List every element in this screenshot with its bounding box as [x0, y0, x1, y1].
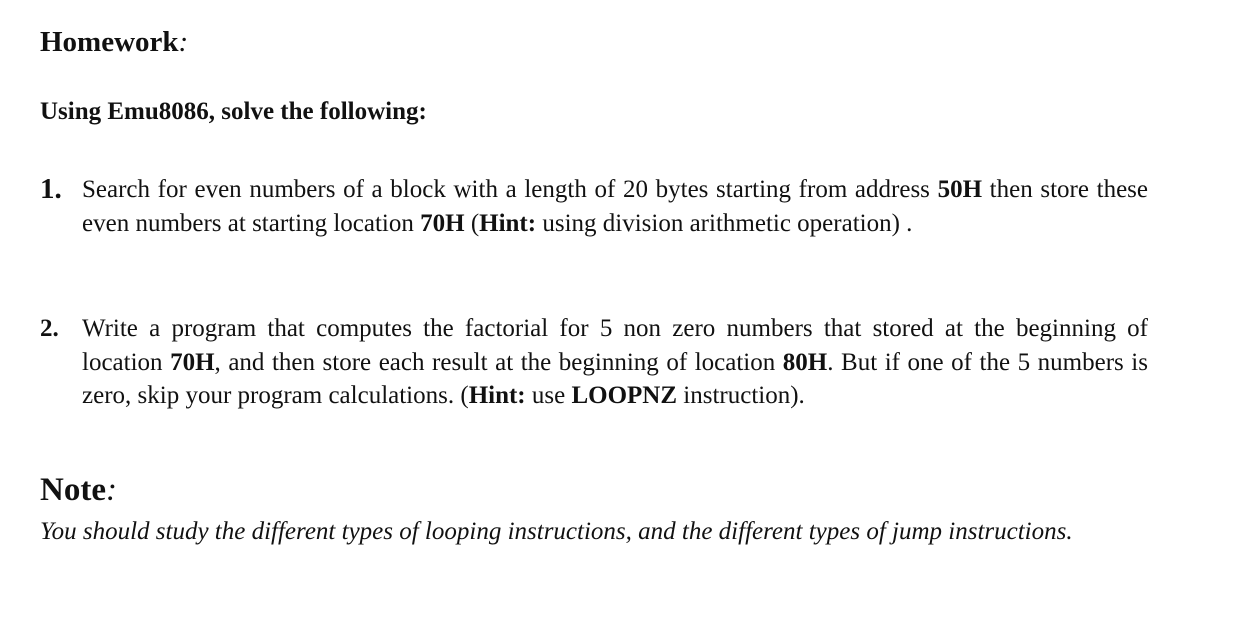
title-colon: : [178, 26, 189, 58]
address-70h: 70H [420, 209, 465, 237]
hint-label: Hint: [479, 209, 537, 237]
subtitle: Using Emu8086, solve the following: [40, 98, 427, 125]
question-text: Write a program that computes the factor… [82, 312, 1148, 413]
title-text: Homework [40, 26, 179, 58]
question-number: 1. [40, 173, 62, 205]
instruction-loopnz: LOOPNZ [571, 382, 678, 409]
text-segment: use [525, 382, 572, 409]
question-text: Search for even numbers of a block with … [82, 173, 1148, 240]
text-segment: instruction). [677, 382, 805, 409]
note-body: You should study the different types of … [40, 518, 1073, 545]
question-1: 1. Search for even numbers of a block wi… [40, 173, 1148, 240]
note-colon: : [105, 472, 117, 508]
text-segment: Search for even numbers of a block with … [82, 176, 938, 203]
page-title: Homework: [40, 26, 188, 59]
address-80h: 80H [782, 348, 828, 376]
question-2: 2. Write a program that computes the fac… [40, 312, 1148, 413]
note-title-text: Note [40, 472, 106, 508]
text-segment: ( [464, 209, 480, 237]
question-number: 2. [40, 315, 59, 342]
hint-label: Hint: [468, 382, 526, 409]
address-70h: 70H [170, 348, 215, 376]
text-segment: , and then store each result at the begi… [214, 348, 783, 376]
note-heading: Note: [40, 472, 117, 509]
text-segment: using division arithmetic operation) . [536, 209, 913, 237]
address-50h: 50H [937, 176, 983, 203]
